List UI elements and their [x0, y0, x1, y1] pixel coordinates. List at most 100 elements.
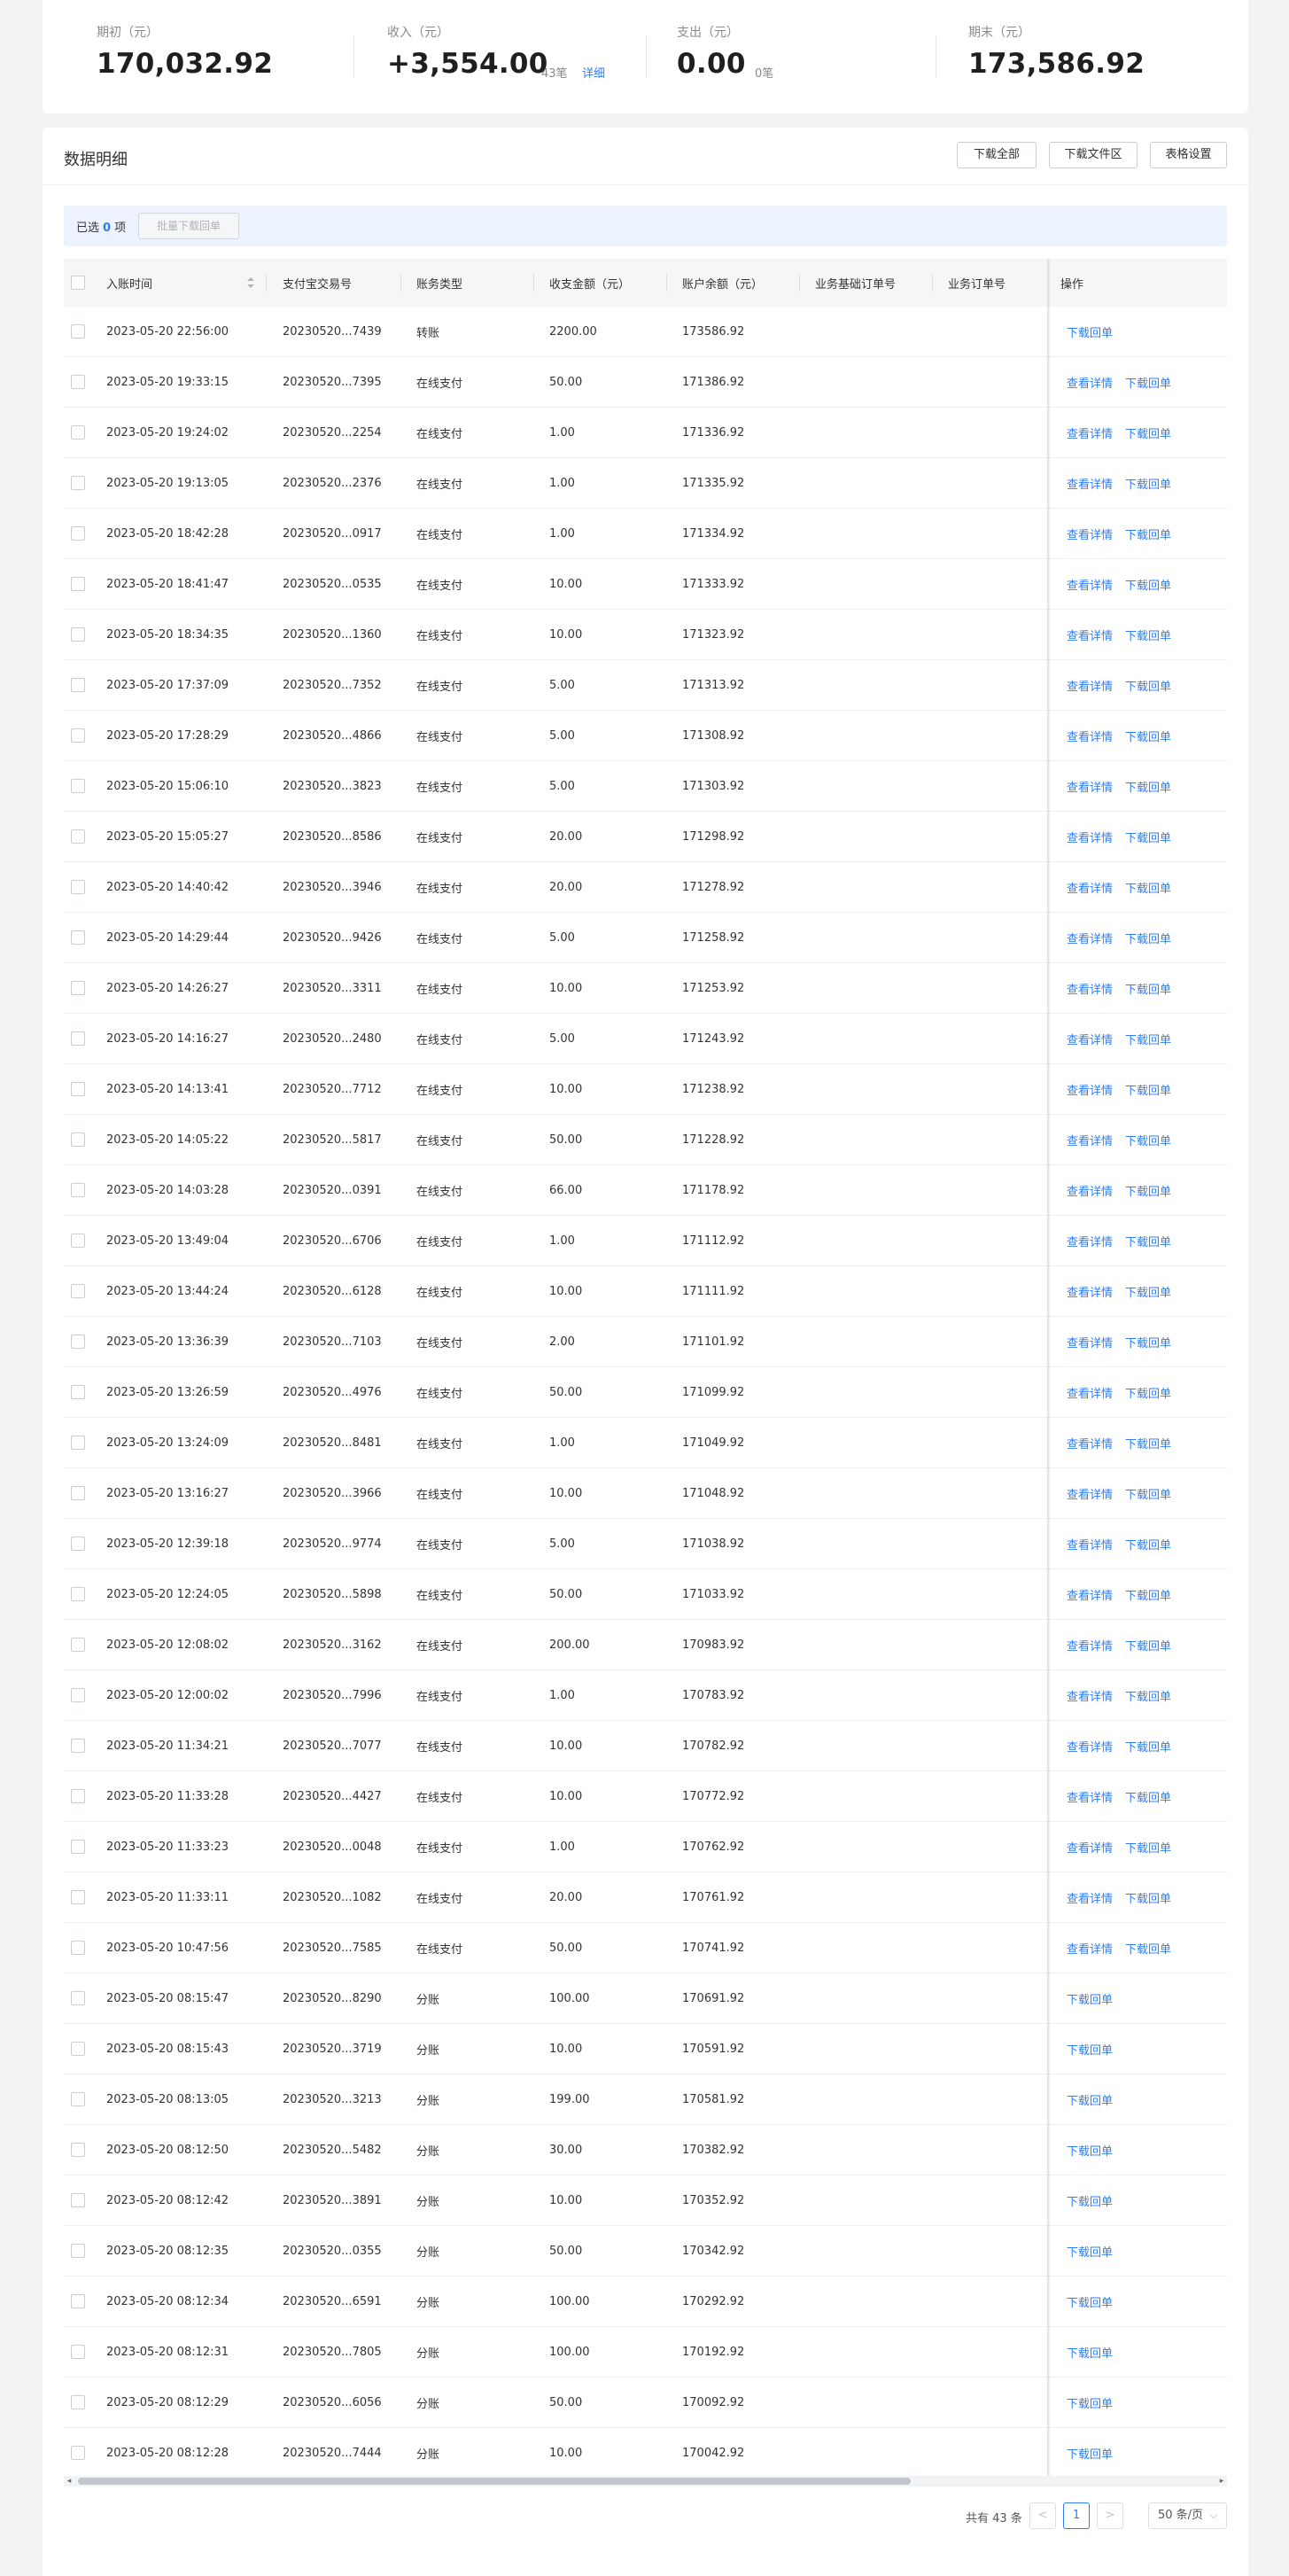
download-receipt-link[interactable]: 下载回单 [1125, 424, 1171, 441]
download-receipt-link[interactable]: 下载回单 [1125, 1233, 1171, 1249]
column-separator[interactable] [533, 274, 534, 292]
view-detail-link[interactable]: 查看详情 [1067, 1788, 1113, 1805]
view-detail-link[interactable]: 查看详情 [1067, 1283, 1113, 1300]
download-receipt-link[interactable]: 下载回单 [1125, 525, 1171, 542]
view-detail-link[interactable]: 查看详情 [1067, 1889, 1113, 1906]
download-receipt-link[interactable]: 下载回单 [1067, 2394, 1113, 2411]
row-checkbox[interactable] [71, 1890, 85, 1904]
view-detail-link[interactable]: 查看详情 [1067, 1384, 1113, 1401]
row-checkbox[interactable] [71, 930, 85, 945]
row-checkbox[interactable] [71, 728, 85, 743]
view-detail-link[interactable]: 查看详情 [1067, 1536, 1113, 1553]
view-detail-link[interactable]: 查看详情 [1067, 1182, 1113, 1199]
page-size-select[interactable]: 50 条/页 ⌵ [1148, 2502, 1227, 2529]
row-checkbox[interactable] [71, 1537, 85, 1551]
download-receipt-link[interactable]: 下载回单 [1125, 1536, 1171, 1553]
row-checkbox[interactable] [71, 1183, 85, 1197]
row-checkbox[interactable] [71, 678, 85, 692]
view-detail-link[interactable]: 查看详情 [1067, 1839, 1113, 1856]
view-detail-link[interactable]: 查看详情 [1067, 1738, 1113, 1755]
download-receipt-link[interactable]: 下载回单 [1125, 1081, 1171, 1098]
view-detail-link[interactable]: 查看详情 [1067, 879, 1113, 896]
download-receipt-link[interactable]: 下载回单 [1067, 2344, 1113, 2361]
pagination-page-1[interactable]: 1 [1063, 2502, 1090, 2529]
row-checkbox[interactable] [71, 1941, 85, 1955]
view-detail-link[interactable]: 查看详情 [1067, 1687, 1113, 1704]
row-checkbox[interactable] [71, 1789, 85, 1803]
view-detail-link[interactable]: 查看详情 [1067, 576, 1113, 593]
download-receipt-link[interactable]: 下载回单 [1125, 1132, 1171, 1148]
row-checkbox[interactable] [71, 1031, 85, 1046]
column-separator[interactable] [932, 274, 933, 292]
row-checkbox[interactable] [71, 627, 85, 642]
view-detail-link[interactable]: 查看详情 [1067, 728, 1113, 744]
column-separator[interactable] [266, 274, 267, 292]
row-checkbox[interactable] [71, 2193, 85, 2207]
row-checkbox[interactable] [71, 1688, 85, 1702]
download-file-area-button[interactable]: 下载文件区 [1049, 142, 1138, 168]
download-receipt-link[interactable]: 下载回单 [1125, 1485, 1171, 1502]
row-checkbox[interactable] [71, 829, 85, 844]
row-checkbox[interactable] [71, 324, 85, 339]
download-receipt-link[interactable]: 下载回单 [1125, 576, 1171, 593]
download-receipt-link[interactable]: 下载回单 [1125, 1738, 1171, 1755]
download-receipt-link[interactable]: 下载回单 [1067, 2192, 1113, 2209]
view-detail-link[interactable]: 查看详情 [1067, 1132, 1113, 1148]
download-receipt-link[interactable]: 下载回单 [1067, 2445, 1113, 2462]
row-checkbox[interactable] [71, 1436, 85, 1450]
row-checkbox[interactable] [71, 2244, 85, 2258]
view-detail-link[interactable]: 查看详情 [1067, 980, 1113, 997]
view-detail-link[interactable]: 查看详情 [1067, 1233, 1113, 1249]
income-detail-link[interactable]: 详细 [582, 64, 605, 81]
view-detail-link[interactable]: 查看详情 [1067, 930, 1113, 946]
view-detail-link[interactable]: 查看详情 [1067, 1586, 1113, 1603]
download-receipt-link[interactable]: 下载回单 [1125, 374, 1171, 391]
view-detail-link[interactable]: 查看详情 [1067, 626, 1113, 643]
row-checkbox[interactable] [71, 1132, 85, 1147]
download-receipt-link[interactable]: 下载回单 [1125, 1435, 1171, 1451]
download-receipt-link[interactable]: 下载回单 [1125, 1637, 1171, 1654]
view-detail-link[interactable]: 查看详情 [1067, 1435, 1113, 1451]
download-receipt-link[interactable]: 下载回单 [1125, 1839, 1171, 1856]
download-receipt-link[interactable]: 下载回单 [1125, 980, 1171, 997]
download-receipt-link[interactable]: 下载回单 [1125, 1889, 1171, 1906]
scrollbar-thumb[interactable] [78, 2478, 911, 2485]
row-checkbox[interactable] [71, 526, 85, 541]
download-receipt-link[interactable]: 下载回单 [1125, 677, 1171, 694]
view-detail-link[interactable]: 查看详情 [1067, 778, 1113, 795]
row-checkbox[interactable] [71, 880, 85, 894]
row-checkbox[interactable] [71, 1486, 85, 1500]
row-checkbox[interactable] [71, 2143, 85, 2157]
download-receipt-link[interactable]: 下载回单 [1125, 778, 1171, 795]
download-receipt-link[interactable]: 下载回单 [1125, 1586, 1171, 1603]
row-checkbox[interactable] [71, 425, 85, 440]
row-checkbox[interactable] [71, 1082, 85, 1096]
view-detail-link[interactable]: 查看详情 [1067, 374, 1113, 391]
download-receipt-link[interactable]: 下载回单 [1125, 1940, 1171, 1957]
batch-download-receipt-button[interactable]: 批量下载回单 [138, 213, 239, 239]
row-checkbox[interactable] [71, 1587, 85, 1601]
row-checkbox[interactable] [71, 2092, 85, 2106]
row-checkbox[interactable] [71, 1638, 85, 1652]
download-receipt-link[interactable]: 下载回单 [1067, 2142, 1113, 2159]
row-checkbox[interactable] [71, 1739, 85, 1753]
download-receipt-link[interactable]: 下载回单 [1125, 475, 1171, 492]
download-receipt-link[interactable]: 下载回单 [1067, 2091, 1113, 2108]
row-checkbox[interactable] [71, 2446, 85, 2460]
row-checkbox[interactable] [71, 1840, 85, 1854]
view-detail-link[interactable]: 查看详情 [1067, 1485, 1113, 1502]
row-checkbox[interactable] [71, 2345, 85, 2359]
row-checkbox[interactable] [71, 2395, 85, 2409]
row-checkbox[interactable] [71, 2294, 85, 2308]
view-detail-link[interactable]: 查看详情 [1067, 829, 1113, 845]
row-checkbox[interactable] [71, 779, 85, 793]
view-detail-link[interactable]: 查看详情 [1067, 475, 1113, 492]
row-checkbox[interactable] [71, 577, 85, 591]
row-checkbox[interactable] [71, 1385, 85, 1399]
download-receipt-link[interactable]: 下载回单 [1125, 829, 1171, 845]
view-detail-link[interactable]: 查看详情 [1067, 677, 1113, 694]
select-all-checkbox[interactable] [71, 276, 85, 290]
download-receipt-link[interactable]: 下载回单 [1067, 323, 1113, 340]
view-detail-link[interactable]: 查看详情 [1067, 1637, 1113, 1654]
view-detail-link[interactable]: 查看详情 [1067, 1081, 1113, 1098]
